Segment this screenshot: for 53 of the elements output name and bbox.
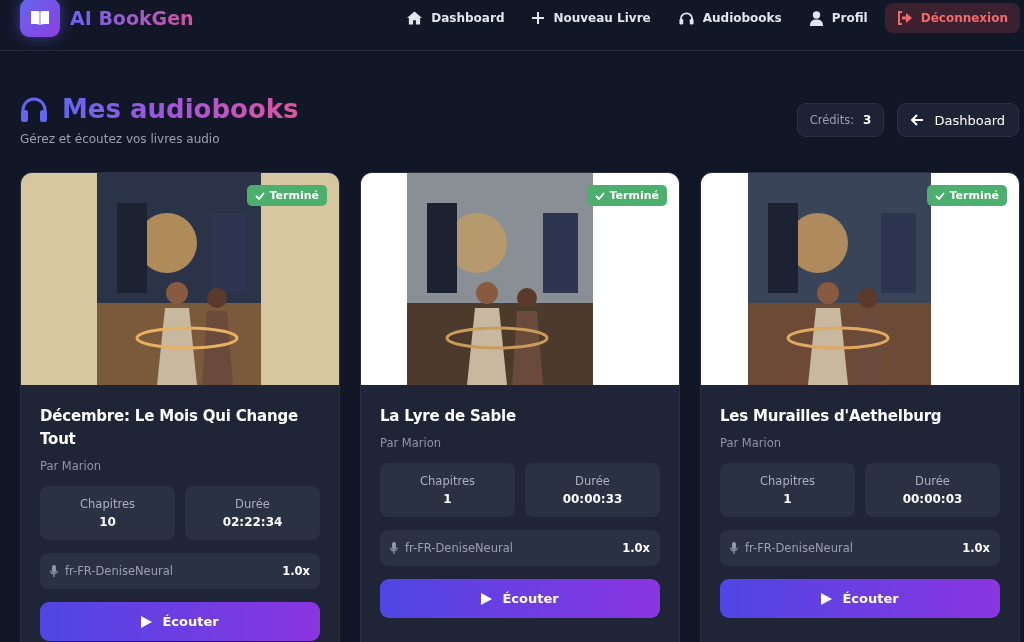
stat-value: 10 [98, 515, 117, 529]
stat-value: 1 [442, 492, 453, 506]
voice-name: fr-FR-DeniseNeural [745, 541, 853, 555]
credits-label: Crédits: [809, 113, 855, 127]
microphone-icon [390, 542, 398, 554]
book-title: La Lyre de Sable [380, 406, 517, 427]
back-arrow-icon [911, 114, 925, 126]
plus-icon [532, 12, 545, 24]
stat-label: Durée [914, 474, 951, 488]
play-icon [821, 592, 833, 605]
status-badge: Terminé [246, 185, 327, 206]
book-title: Les Murailles d'Aethelburg [720, 406, 943, 427]
voice-name: fr-FR-DeniseNeural [405, 541, 513, 555]
author-text: Par Marion [40, 459, 103, 473]
nav-link[interactable]: Audiobooks [667, 3, 793, 33]
play-icon [481, 592, 493, 605]
play-icon [141, 615, 153, 628]
logo-icon [20, 0, 60, 37]
speed-value: 1.0x [622, 541, 650, 555]
microphone-icon [50, 565, 58, 577]
voice-name: fr-FR-DeniseNeural [65, 564, 173, 578]
stat-label: Chapitres [759, 474, 816, 488]
nav-link[interactable]: Profil [798, 2, 879, 34]
stat-label: Chapitres [419, 474, 476, 488]
page-subtitle: Gérez et écoutez vos livres audio [20, 132, 221, 146]
author-text: Par Marion [380, 436, 443, 450]
logout-icon [896, 11, 912, 25]
nav-link[interactable]: Dashboard [396, 3, 516, 33]
listen-button[interactable]: Écouter [40, 602, 320, 641]
author-text: Par Marion [720, 436, 783, 450]
speed-value: 1.0x [962, 541, 990, 555]
stat-value: 00:00:03 [901, 492, 964, 506]
stat-label: Durée [574, 474, 611, 488]
status-badge: Terminé [926, 185, 1007, 206]
stat-value: 02:22:34 [221, 515, 284, 529]
speed-value: 1.0x [282, 564, 310, 578]
headphones-icon [20, 96, 48, 122]
book-title: Décembre: Le Mois Qui Change Tout [40, 406, 299, 450]
stat-label: Durée [234, 497, 271, 511]
listen-button[interactable]: Écouter [720, 579, 1000, 618]
listen-button[interactable]: Écouter [380, 579, 660, 618]
stat-value: 1 [782, 492, 793, 506]
stat-value: 00:00:33 [561, 492, 624, 506]
headphones-icon [678, 11, 694, 25]
home-icon [407, 11, 423, 25]
user-icon [809, 10, 823, 26]
status-badge: Terminé [586, 185, 667, 206]
microphone-icon [730, 542, 738, 554]
back-button[interactable]: Dashboard [897, 103, 1019, 137]
stat-label: Chapitres [79, 497, 136, 511]
logout-button[interactable]: Déconnexion [884, 3, 1020, 33]
nav-link[interactable]: Nouveau Livre [521, 3, 662, 33]
credits-value: 3 [863, 113, 872, 127]
